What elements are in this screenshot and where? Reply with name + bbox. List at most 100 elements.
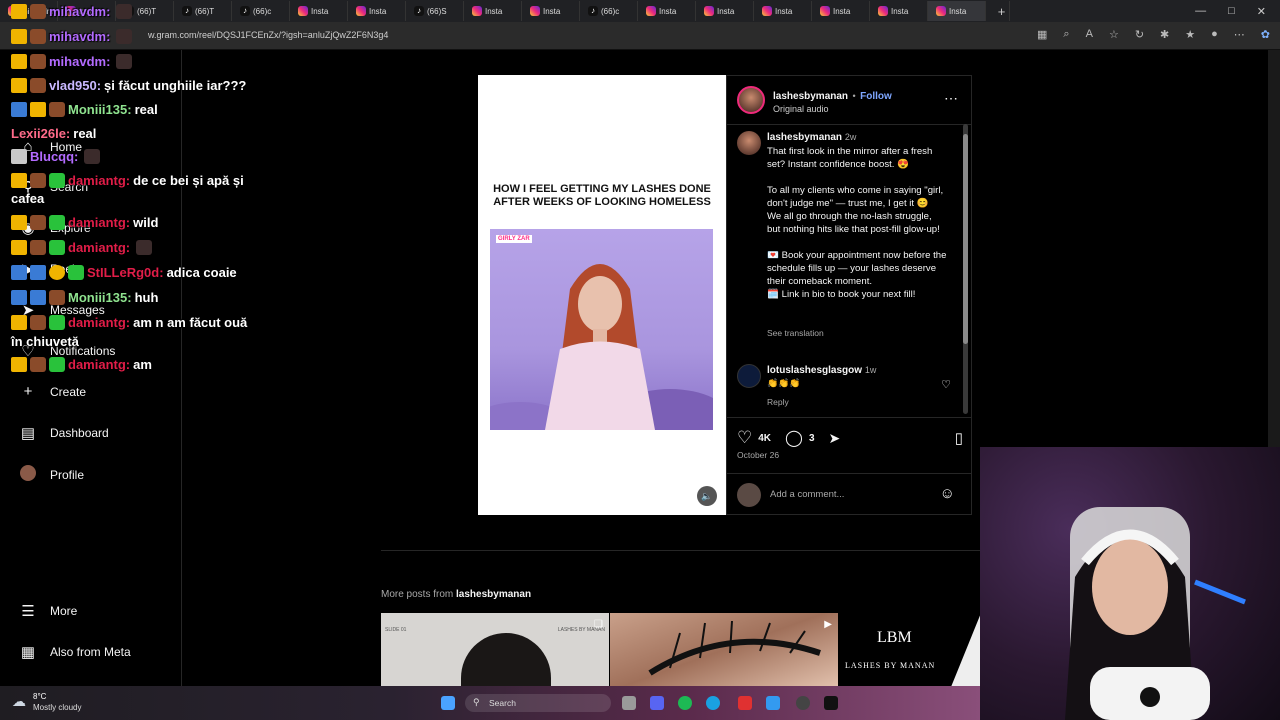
app-icon[interactable] <box>738 696 752 710</box>
discord-icon[interactable] <box>650 696 664 710</box>
instagram-icon <box>820 6 830 16</box>
tab-label: (66)c <box>601 6 620 16</box>
more-posts-title: More posts from lashesbymanan <box>381 589 531 600</box>
author-avatar[interactable] <box>737 86 765 114</box>
browser-tab[interactable]: Insta <box>522 1 580 21</box>
nav-profile[interactable]: Profile <box>20 465 84 485</box>
reel-icon: ▶ <box>824 619 832 630</box>
more-posts-user[interactable]: lashesbymanan <box>456 589 531 600</box>
search-icon: ⚲ <box>473 697 480 707</box>
tiktok-icon: ♪ <box>240 6 250 16</box>
new-tab-button[interactable]: + <box>986 1 1010 21</box>
caption-username[interactable]: lashesbymanan <box>767 132 842 143</box>
weather-icon[interactable]: ☁ <box>12 693 26 710</box>
chat-line: damiantg: am <box>11 357 152 372</box>
reel-frame: GIRLY ZAR <box>490 229 713 430</box>
follow-button[interactable]: Follow <box>860 91 892 102</box>
nav-create[interactable]: + Create <box>20 383 86 400</box>
browser-tab[interactable]: Insta <box>348 1 406 21</box>
browser-tab-strip: mihavdmInsta♪(66)T♪(66)T♪(66)cInstaInsta… <box>0 0 1280 22</box>
commenter-avatar[interactable] <box>737 364 761 388</box>
edge-icon[interactable] <box>706 696 720 710</box>
reel-video[interactable]: HOW I FEEL GETTING MY LASHES DONE AFTER … <box>478 75 726 515</box>
commenter-username[interactable]: lotuslashesglasgow <box>767 365 862 376</box>
weather-temp[interactable]: 8°C <box>33 692 46 701</box>
profile-avatar[interactable]: ● <box>1211 28 1218 41</box>
url-field[interactable]: w.gram.com/reel/DQSJ1FCEnZx/?igsh=anluZj… <box>148 30 388 40</box>
post-thumbnail[interactable]: SLIDE 01 LASHES BY MANAN ❏ <box>381 613 609 687</box>
tab-label: Insta <box>949 6 967 16</box>
page-scrollbar[interactable] <box>1268 50 1280 447</box>
copilot-icon[interactable]: ✿ <box>1261 28 1270 41</box>
caption-age: 2w <box>844 132 857 142</box>
toolbar-icons: ▦ ⌕ A ☆ ↻ ✱ ★ ● ⋯ ✿ <box>1037 28 1270 41</box>
taskbar-search[interactable]: ⚲ Search <box>465 694 611 712</box>
favorite-icon[interactable]: ☆ <box>1109 28 1119 41</box>
browser-tab[interactable]: Insta <box>696 1 754 21</box>
post-date: October 26 <box>737 450 780 460</box>
reply-link[interactable]: Reply <box>767 397 789 407</box>
emoji-icon[interactable]: ☺ <box>940 485 955 502</box>
post-thumbnail[interactable]: LBM LASHES BY MANAN <box>839 613 981 687</box>
nav-dashboard[interactable]: ▤ Dashboard <box>20 424 109 442</box>
post-thumbnail[interactable]: ▶ <box>610 613 838 687</box>
browser-tab[interactable]: Insta <box>928 1 986 21</box>
browser-tab[interactable]: Insta <box>290 1 348 21</box>
profile-avatar <box>20 465 36 485</box>
share-icon[interactable]: ➤ <box>829 430 841 447</box>
app-icon[interactable]: ▦ <box>1037 28 1047 41</box>
search-label: Search <box>489 698 516 708</box>
browser-tab[interactable]: Insta <box>638 1 696 21</box>
add-comment-input[interactable]: Add a comment... <box>770 489 844 500</box>
extensions-icon[interactable]: ✱ <box>1160 28 1169 41</box>
browser-tab[interactable]: ♪ (66)c <box>232 1 290 21</box>
browser-tab[interactable]: ♪ (66)c <box>580 1 638 21</box>
tab-label: Insta <box>369 6 387 16</box>
animated-doll-image <box>490 264 713 430</box>
menu-icon[interactable]: ⋯ <box>1234 28 1245 41</box>
read-aloud-icon[interactable]: A <box>1086 28 1093 41</box>
favorites-bar-icon[interactable]: ★ <box>1185 28 1195 41</box>
caption-avatar[interactable] <box>737 131 761 155</box>
maximize-icon[interactable]: □ <box>1228 5 1235 17</box>
browser-tab[interactable]: Insta <box>870 1 928 21</box>
lash-closeup-image <box>648 620 821 676</box>
browser-tab[interactable]: Insta <box>812 1 870 21</box>
nav-label: Dashboard <box>50 426 109 440</box>
instagram-icon <box>646 6 656 16</box>
comment-icon[interactable]: ◯ <box>785 428 803 448</box>
refresh-icon[interactable]: ↻ <box>1135 28 1144 41</box>
tiktok-icon[interactable] <box>824 696 838 710</box>
tabs: mihavdmInsta♪(66)T♪(66)T♪(66)cInstaInsta… <box>0 1 986 21</box>
portrait-image <box>461 633 551 687</box>
nav-also-from-meta[interactable]: ▦ Also from Meta <box>20 643 131 661</box>
minimize-icon[interactable]: — <box>1195 5 1206 17</box>
mute-toggle-button[interactable]: 🔈 <box>697 486 717 506</box>
tiktok-icon: ♪ <box>588 6 598 16</box>
obs-icon[interactable] <box>796 696 810 710</box>
task-view-icon[interactable] <box>622 696 636 710</box>
comment-like-icon[interactable]: ♡ <box>941 378 951 391</box>
save-icon[interactable]: ▯ <box>955 429 963 447</box>
browser-tab[interactable]: Insta <box>754 1 812 21</box>
weather-desc[interactable]: Mostly cloudy <box>33 703 81 712</box>
browser-tab[interactable]: ♪(66)T <box>174 1 232 21</box>
plus-icon: + <box>23 383 33 400</box>
author-username[interactable]: lashesbymanan <box>773 91 848 102</box>
scrollbar-thumb[interactable] <box>963 134 968 344</box>
nav-more[interactable]: ☰ More <box>20 602 77 620</box>
more-options-icon[interactable]: ⋯ <box>944 90 959 107</box>
like-icon[interactable]: ♡ <box>737 428 752 448</box>
see-translation-link[interactable]: See translation <box>767 328 824 338</box>
zoom-icon[interactable]: ⌕ <box>1063 28 1069 41</box>
audio-label[interactable]: Original audio <box>773 104 892 114</box>
comment-text: 👏👏👏 <box>767 378 801 388</box>
spotify-icon[interactable] <box>678 696 692 710</box>
like-count[interactable]: 4K <box>758 433 771 444</box>
chat-line: damiantg: wild <box>11 215 158 230</box>
app-icon[interactable] <box>766 696 780 710</box>
browser-tab[interactable]: ♪ (66)S <box>406 1 464 21</box>
close-icon[interactable]: ✕ <box>1257 5 1266 18</box>
browser-tab[interactable]: Insta <box>464 1 522 21</box>
windows-start-icon[interactable] <box>441 696 455 710</box>
